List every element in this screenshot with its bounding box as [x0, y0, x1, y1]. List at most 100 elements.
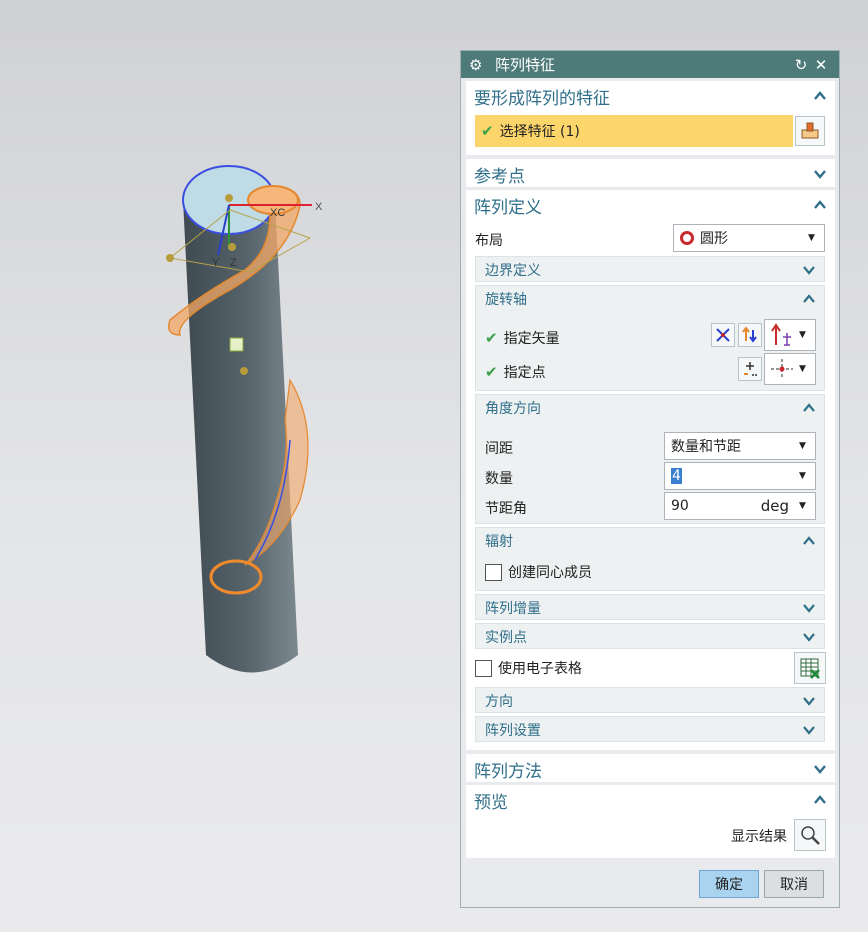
cancel-button[interactable]: 取消: [764, 870, 824, 898]
subsection-increment-header[interactable]: 阵列增量: [476, 595, 824, 621]
close-icon[interactable]: ✕: [811, 56, 831, 74]
specify-point-label: 指定点: [503, 365, 546, 381]
chevron-up-icon: [802, 292, 816, 306]
show-result-button[interactable]: [794, 819, 826, 851]
model-scene: X XC Y Z: [166, 165, 323, 673]
subsection-angular-direction-header[interactable]: 角度方向: [476, 395, 824, 421]
subsection-instance-points: 实例点: [475, 623, 825, 649]
reference-point[interactable]: [240, 367, 248, 375]
point-type-dropdown[interactable]: ▼: [764, 353, 816, 385]
subsection-increment: 阵列增量: [475, 594, 825, 620]
dialog-titlebar[interactable]: ⚙ 阵列特征 ↻ ✕: [461, 51, 839, 78]
spreadsheet-icon: [800, 658, 820, 679]
cylinder-body[interactable]: [183, 200, 298, 673]
chevron-down-icon: [813, 167, 827, 181]
ok-button[interactable]: 确定: [699, 870, 759, 898]
dropdown-arrow-icon: ▼: [799, 330, 806, 340]
pitch-angle-input[interactable]: 90 deg ▼: [664, 492, 816, 520]
chevron-up-icon: [802, 534, 816, 548]
subsection-angular-direction: 角度方向 间距 数量和节距 ▼ 数量 4 ▼ 节距角 90 deg ▼: [475, 394, 825, 524]
subsection-orientation-title: 方向: [485, 694, 513, 710]
chevron-up-icon: [813, 793, 827, 807]
reverse-direction-button[interactable]: [738, 323, 762, 347]
section-features: 要形成阵列的特征 ✔ 选择特征 (1): [466, 81, 835, 155]
subsection-settings: 阵列设置: [475, 716, 825, 742]
use-spreadsheet-checkbox[interactable]: [475, 659, 492, 677]
chevron-down-icon: [802, 723, 816, 737]
csys-handle[interactable]: [225, 194, 233, 202]
feature-select-icon: [801, 122, 819, 139]
chevron-up-icon: [813, 89, 827, 103]
point-dialog-icon: [744, 362, 757, 376]
count-label: 数量: [485, 471, 513, 487]
chevron-down-icon: [802, 694, 816, 708]
pattern-feature-dialog: ⚙ 阵列特征 ↻ ✕ 要形成阵列的特征 ✔ 选择特征 (1) 参考点 阵列定义 …: [460, 50, 840, 908]
reverse-direction-icon: [742, 326, 757, 343]
circular-layout-icon: [680, 231, 694, 245]
use-spreadsheet-label: 使用电子表格: [498, 661, 582, 677]
chevron-up-icon: [813, 198, 827, 212]
subsection-angular-direction-title: 角度方向: [485, 401, 541, 417]
axis-label-y: Y: [212, 257, 220, 269]
spreadsheet-button[interactable]: [794, 652, 826, 684]
concentric-members-label: 创建同心成员: [508, 565, 592, 581]
vector-dialog-icon: [716, 328, 730, 342]
subsection-orientation: 方向: [475, 687, 825, 713]
section-reference-point: 参考点: [466, 159, 835, 187]
check-icon: ✔: [481, 122, 494, 140]
magnifier-icon: [801, 826, 820, 845]
chevron-down-icon: [802, 601, 816, 615]
csys-handle[interactable]: [166, 254, 174, 262]
subsection-instance-points-title: 实例点: [485, 630, 527, 646]
dropdown-arrow-icon: ▼: [799, 471, 806, 481]
count-value-text: 4: [671, 468, 682, 484]
section-pattern-definition-header[interactable]: 阵列定义: [466, 190, 835, 220]
subsection-radiate-title: 辐射: [485, 534, 513, 550]
chevron-down-icon: [802, 630, 816, 644]
feature-select-button[interactable]: [795, 116, 825, 146]
subsection-boundary-title: 边界定义: [485, 263, 541, 279]
dropdown-arrow-icon: ▼: [808, 233, 815, 243]
spacing-value: 数量和节距: [671, 439, 741, 455]
vector-dialog-button[interactable]: [711, 323, 735, 347]
vector-type-icon: [771, 323, 791, 346]
section-reference-point-title: 参考点: [474, 166, 525, 187]
specify-vector-row: ✔ 指定矢量: [485, 328, 560, 348]
subsection-radiate-header[interactable]: 辐射: [476, 528, 824, 554]
spacing-dropdown[interactable]: 数量和节距 ▼: [664, 432, 816, 460]
specify-point-row: ✔ 指定点: [485, 362, 546, 382]
vector-type-dropdown[interactable]: ▼: [764, 319, 816, 351]
show-result-label: 显示结果: [731, 829, 787, 845]
section-pattern-method-header[interactable]: 阵列方法: [466, 754, 835, 784]
concentric-members-row: 创建同心成员: [485, 562, 592, 582]
subsection-settings-header[interactable]: 阵列设置: [476, 717, 824, 743]
count-value: 4: [671, 468, 799, 484]
csys-handle[interactable]: [228, 243, 236, 251]
section-features-header[interactable]: 要形成阵列的特征: [466, 81, 835, 111]
section-reference-point-header[interactable]: 参考点: [466, 159, 835, 189]
chevron-down-icon: [813, 762, 827, 776]
spacing-label: 间距: [485, 441, 513, 457]
pitch-angle-value: 90: [671, 498, 689, 514]
point-marker[interactable]: [229, 337, 244, 352]
section-preview-header[interactable]: 预览: [466, 785, 835, 815]
subsection-increment-title: 阵列增量: [485, 601, 541, 617]
check-icon: ✔: [485, 363, 498, 381]
pitch-angle-label: 节距角: [485, 501, 527, 517]
subsection-boundary-header[interactable]: 边界定义: [476, 257, 824, 283]
subsection-orientation-header[interactable]: 方向: [476, 688, 824, 714]
subsection-instance-points-header[interactable]: 实例点: [476, 624, 824, 650]
dropdown-arrow-icon: ▼: [799, 364, 806, 374]
subsection-rotation-axis-header[interactable]: 旋转轴: [476, 286, 824, 312]
section-preview: 预览 显示结果: [466, 785, 835, 858]
concentric-members-checkbox[interactable]: [485, 563, 502, 581]
point-type-icon: [771, 359, 793, 379]
point-dialog-button[interactable]: [738, 357, 762, 381]
subsection-rotation-axis-title: 旋转轴: [485, 292, 527, 308]
reset-icon[interactable]: ↻: [791, 56, 811, 74]
layout-dropdown[interactable]: 圆形 ▼: [673, 224, 825, 252]
select-feature-row[interactable]: ✔ 选择特征 (1): [475, 115, 793, 147]
specify-vector-label: 指定矢量: [503, 331, 560, 347]
subsection-radiate: 辐射 创建同心成员: [475, 527, 825, 591]
count-input[interactable]: 4 ▼: [664, 462, 816, 490]
